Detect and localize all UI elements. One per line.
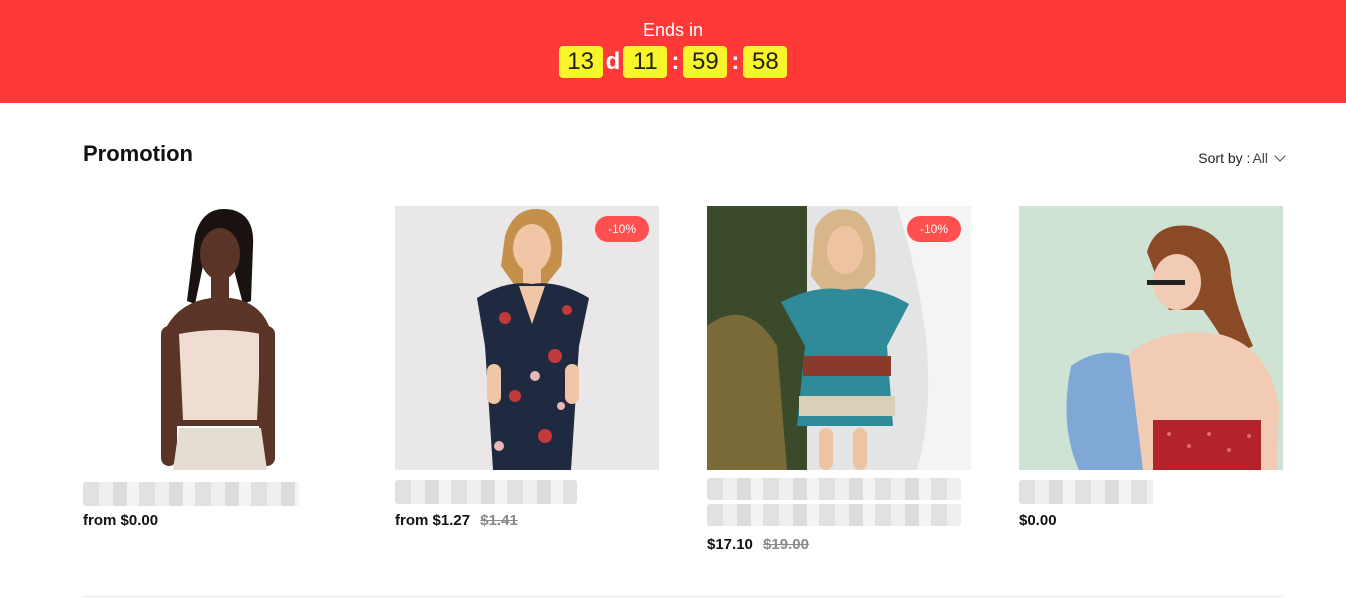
sort-label: Sort by :: [1198, 150, 1251, 166]
countdown-minutes: 59: [683, 46, 728, 78]
countdown-separator: :: [671, 48, 680, 75]
divider: [83, 596, 1283, 597]
product-image[interactable]: [1019, 206, 1283, 470]
product-image[interactable]: -10%: [395, 206, 659, 470]
price-current: $1.27: [432, 512, 471, 529]
product-card[interactable]: $0.00: [1019, 206, 1283, 529]
product-title-placeholder: [707, 504, 961, 526]
product-price: from $1.27 $1.41: [395, 512, 518, 529]
price-original: $19.00: [763, 536, 809, 553]
countdown-days-unit: d: [605, 48, 621, 75]
price-current: $0.00: [120, 512, 159, 529]
sort-value: All: [1252, 150, 1268, 166]
product-price: $0.00: [1019, 512, 1057, 529]
product-image[interactable]: [83, 206, 347, 470]
countdown-label: Ends in: [642, 20, 704, 40]
price-prefix: from: [395, 512, 429, 529]
product-card[interactable]: -10% from $1.27 $1.41: [395, 206, 659, 529]
product-title-placeholder: [83, 482, 299, 506]
product-price: $17.10 $19.00: [707, 536, 809, 553]
countdown-days: 13: [558, 46, 603, 78]
product-price: from $0.00: [83, 512, 158, 529]
sort-dropdown[interactable]: Sort by : All: [1198, 149, 1286, 166]
product-title-placeholder: [395, 480, 577, 504]
countdown-hours: 11: [623, 46, 668, 78]
price-original: $1.41: [480, 512, 518, 529]
section-title: Promotion: [83, 141, 193, 166]
countdown-banner: Ends in 13 d 11 : 59 : 58: [0, 0, 1346, 103]
price-prefix: from: [83, 512, 117, 529]
price-current: $17.10: [707, 536, 753, 553]
price-current: $0.00: [1019, 512, 1057, 529]
countdown-seconds: 58: [743, 46, 788, 78]
product-card[interactable]: -10% $17.10 $19.00: [707, 206, 971, 553]
product-title-placeholder: [1019, 480, 1153, 504]
discount-badge: -10%: [594, 216, 649, 242]
countdown-timer: 13 d 11 : 59 : 58: [0, 46, 1346, 78]
discount-badge: -10%: [906, 216, 961, 242]
product-title-placeholder: [707, 478, 961, 500]
product-card[interactable]: from $0.00: [83, 206, 347, 529]
chevron-down-icon: [1274, 149, 1286, 162]
countdown-separator: :: [731, 48, 740, 75]
product-image[interactable]: -10%: [707, 206, 971, 470]
